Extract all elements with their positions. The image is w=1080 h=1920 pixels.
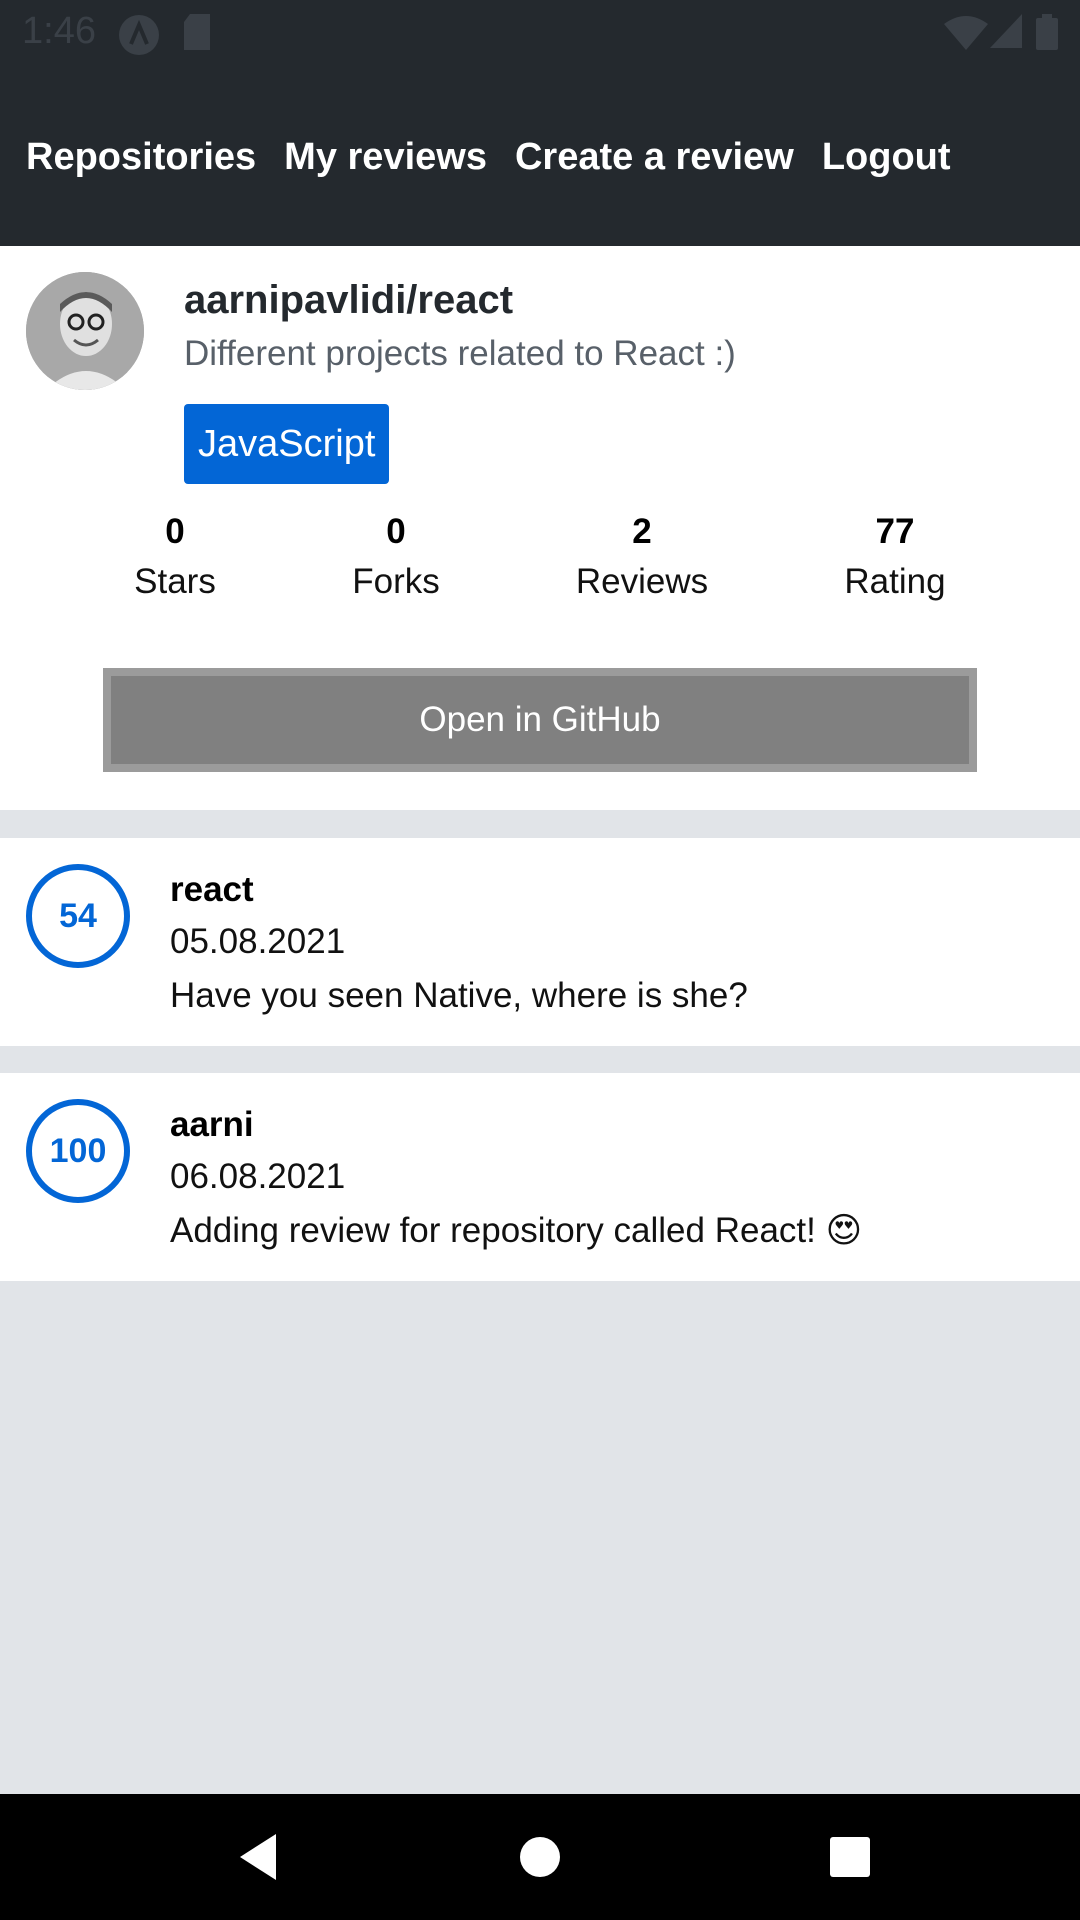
stat-reviews: 2 Reviews [532,512,752,602]
battery-icon [1036,14,1058,50]
review-username: aarni [170,1105,254,1144]
review-date: 06.08.2021 [170,1157,346,1196]
review-date: 05.08.2021 [170,922,346,961]
status-bar: 1:46 [0,0,1080,64]
stat-value: 0 [165,512,185,551]
nav-tabs: Repositories My reviews Create a review … [26,136,979,179]
review-rating: 54 [26,864,130,968]
tab-create-review[interactable]: Create a review [515,136,794,179]
avatar-image [26,272,144,390]
repository-description: Different projects related to React :) [184,334,736,373]
stat-forks: 0 Forks [286,512,506,602]
status-time: 1:46 [22,10,96,52]
avatar [26,272,144,390]
stat-label: Forks [352,562,440,601]
review-username: react [170,870,254,909]
stat-label: Rating [844,562,946,601]
wifi-icon [944,16,988,50]
open-in-github-button[interactable]: Open in GitHub [103,668,977,772]
tab-logout[interactable]: Logout [822,136,951,179]
repository-card: aarnipavlidi/react Different projects re… [0,246,1080,810]
app-bar: Repositories My reviews Create a review … [0,64,1080,246]
review-text: Have you seen Native, where is she? [170,976,748,1015]
sd-card-icon [184,14,210,50]
home-icon[interactable] [518,1830,562,1884]
review-text: Adding review for repository called Reac… [170,1211,863,1250]
language-badge: JavaScript [184,404,390,484]
back-icon[interactable] [236,1830,284,1884]
stat-value: 0 [386,512,406,551]
review-item: 100 aarni 06.08.2021 Adding review for r… [0,1073,1080,1281]
system-nav-bar [0,1794,1080,1920]
review-item: 54 react 05.08.2021 Have you seen Native… [0,838,1080,1046]
recents-icon[interactable] [828,1830,872,1884]
repository-name: aarnipavlidi/react [184,278,514,322]
stat-value: 2 [632,512,652,551]
tab-my-reviews[interactable]: My reviews [284,136,487,179]
a-logo-icon [119,15,159,55]
tab-repositories[interactable]: Repositories [26,136,256,179]
stat-label: Stars [134,562,216,601]
stat-label: Reviews [575,562,709,601]
review-rating: 100 [26,1099,130,1203]
signal-icon [990,14,1022,48]
stat-rating: 77 Rating [785,512,1005,602]
stat-stars: 0 Stars [65,512,285,602]
stat-value: 77 [875,512,915,551]
